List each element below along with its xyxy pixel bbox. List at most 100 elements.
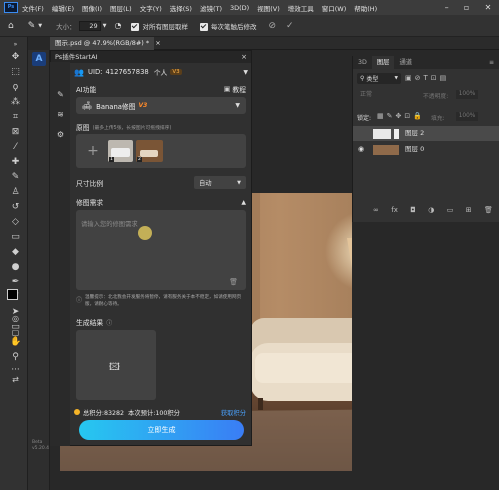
panel-menu-icon[interactable]: ≡: [484, 56, 499, 69]
opacity-input[interactable]: 100%: [456, 90, 478, 99]
pen-tool-icon[interactable]: ✒: [10, 277, 21, 288]
quick-mask-icon[interactable]: ◎: [10, 313, 21, 324]
menu-image[interactable]: 图像(I): [82, 3, 102, 13]
menu-layer[interactable]: 图层(L): [110, 3, 132, 13]
filter-icons[interactable]: ▣⊘T⊡▤: [405, 74, 449, 82]
dodge-tool-icon[interactable]: ●: [10, 262, 21, 273]
auto-enhance-checkbox[interactable]: 每次笔触后修改: [199, 21, 256, 31]
settings-gear-icon[interactable]: ⚙: [56, 130, 65, 139]
chevron-down-icon[interactable]: ▼: [103, 23, 107, 29]
sofa-icon: 🛋: [82, 101, 93, 110]
chevron-down-icon[interactable]: ▼: [38, 23, 42, 29]
link-icon[interactable]: ∞: [373, 206, 379, 214]
visibility-eye-icon[interactable]: ◉: [358, 142, 364, 157]
foreground-color-swatch[interactable]: [7, 289, 18, 300]
ratio-label: 尺寸比例: [76, 179, 104, 188]
points-cost: 本次预计:100积分: [128, 409, 180, 417]
color-picker-icon[interactable]: ⇄: [10, 374, 21, 385]
healing-brush-icon[interactable]: ✎: [28, 21, 36, 31]
get-points-link[interactable]: 获取积分: [221, 408, 246, 417]
quick-select-icon[interactable]: ⁂: [10, 97, 21, 108]
menu-view[interactable]: 视图(V): [257, 3, 280, 13]
requirement-label: 修图需求: [76, 199, 104, 207]
tab-channels[interactable]: 通道: [394, 56, 417, 69]
add-image-icon[interactable]: +: [84, 142, 102, 160]
model-select[interactable]: 🛋 Banana修图 V3 ▼: [76, 97, 246, 114]
delete-layer-icon[interactable]: 🗑: [484, 206, 493, 214]
healing-tool-icon[interactable]: ✚: [10, 157, 21, 168]
frame-tool-icon[interactable]: ⊠: [10, 127, 21, 138]
blend-mode-select[interactable]: 正常: [357, 89, 417, 100]
tab-layers[interactable]: 图层: [371, 56, 395, 69]
fill-input[interactable]: 100%: [456, 112, 478, 121]
tutorial-link[interactable]: 教程: [232, 84, 246, 94]
zoom-tool-icon[interactable]: ⚲: [10, 352, 21, 363]
maximize-icon[interactable]: ▫: [464, 3, 469, 12]
minimize-icon[interactable]: –: [445, 3, 449, 12]
gradient-tool-icon[interactable]: ▭: [10, 232, 21, 243]
layers-panel: 3D 图层 通道 ≡ ⚲ 类型 ▼ ▣⊘T⊡▤ 正常 不透明度: 100% 锁定…: [352, 56, 499, 222]
search-icon: ⚲: [360, 75, 365, 82]
marquee-tool-icon[interactable]: ⬚: [10, 67, 21, 78]
fx-icon[interactable]: fx: [391, 206, 398, 214]
size-input[interactable]: 29: [78, 20, 101, 31]
tab-3d[interactable]: 3D: [353, 56, 372, 69]
home-icon[interactable]: ⌂: [8, 21, 14, 31]
history-brush-icon[interactable]: ↺: [10, 202, 21, 213]
source-thumbnail-1[interactable]: 1: [108, 140, 133, 162]
collapse-icon[interactable]: »: [10, 39, 21, 50]
layers-icon[interactable]: ≋: [56, 110, 65, 119]
lock-icons[interactable]: ▦✎✥⊡🔒: [377, 112, 425, 120]
ratio-select[interactable]: 自动 ▼: [194, 176, 246, 189]
mask-icon[interactable]: ◘: [410, 206, 416, 214]
menu-window[interactable]: 窗口(W): [322, 3, 347, 13]
menu-plugins[interactable]: 增效工具: [288, 3, 314, 13]
menu-help[interactable]: 帮助(H): [354, 3, 377, 13]
menu-select[interactable]: 选择(S): [170, 3, 192, 13]
new-layer-icon[interactable]: ⊞: [466, 206, 472, 214]
layer-mask: [394, 129, 399, 139]
plugin-close-icon[interactable]: ×: [241, 51, 247, 63]
info-icon: ⓘ: [76, 297, 83, 304]
menu-file[interactable]: 文件(F): [22, 3, 44, 13]
pressure-icon[interactable]: ◔: [114, 21, 121, 30]
user-icon: 👥: [74, 67, 84, 77]
blur-tool-icon[interactable]: ◆: [10, 247, 21, 258]
cancel-icon[interactable]: ⊘: [268, 21, 276, 31]
stamp-tool-icon[interactable]: ♙: [10, 187, 21, 198]
edit-icon[interactable]: ✎: [56, 90, 65, 99]
menu-filter[interactable]: 滤镜(T): [200, 3, 222, 13]
layer-row[interactable]: 图层 2: [353, 126, 499, 141]
document-tab[interactable]: 图示.psd @ 47.9%(RGB/8#) * ×: [50, 37, 161, 50]
sample-all-checkbox[interactable]: 对所有图层取样: [131, 21, 188, 31]
close-icon[interactable]: ✕: [485, 3, 492, 12]
menu-3d[interactable]: 3D(D): [230, 4, 249, 12]
menu-type[interactable]: 文字(Y): [140, 3, 162, 13]
document-close-icon[interactable]: ×: [155, 39, 160, 47]
thumbnail-number: 2: [137, 157, 142, 162]
move-tool-icon[interactable]: ✥: [10, 52, 21, 63]
opacity-label: 不透明度:: [423, 94, 449, 100]
eraser-tool-icon[interactable]: ◇: [10, 217, 21, 228]
requirement-textarea[interactable]: 请输入您的修图需求 🗑: [76, 210, 246, 290]
tutorial-icon[interactable]: ▣: [224, 85, 231, 93]
brush-tool-icon[interactable]: ✎: [10, 172, 21, 183]
eyedropper-tool-icon[interactable]: ⁄: [10, 142, 21, 153]
hand-tool-icon[interactable]: ✋: [10, 337, 21, 348]
screen-mode-icon[interactable]: ▢: [10, 327, 21, 338]
lasso-tool-icon[interactable]: ϙ: [10, 82, 21, 93]
trash-icon[interactable]: 🗑: [229, 278, 238, 286]
menu-edit[interactable]: 编辑(E): [52, 3, 74, 13]
generate-button[interactable]: 立即生成: [79, 420, 244, 440]
startai-logo-icon[interactable]: A: [32, 52, 46, 66]
layer-thumbnail: [373, 145, 399, 155]
adjustment-icon[interactable]: ◑: [428, 206, 434, 214]
layer-row[interactable]: ◉ 图层 0: [353, 142, 499, 157]
chevron-up-icon[interactable]: ▲: [241, 199, 246, 206]
group-icon[interactable]: ▭: [447, 206, 454, 214]
crop-tool-icon[interactable]: ⌗: [10, 112, 21, 123]
layer-filter-select[interactable]: ⚲ 类型 ▼: [357, 73, 401, 84]
commit-icon[interactable]: ✓: [286, 21, 294, 31]
chevron-down-icon[interactable]: ▼: [243, 69, 248, 76]
source-thumbnail-2[interactable]: 2: [136, 140, 163, 162]
